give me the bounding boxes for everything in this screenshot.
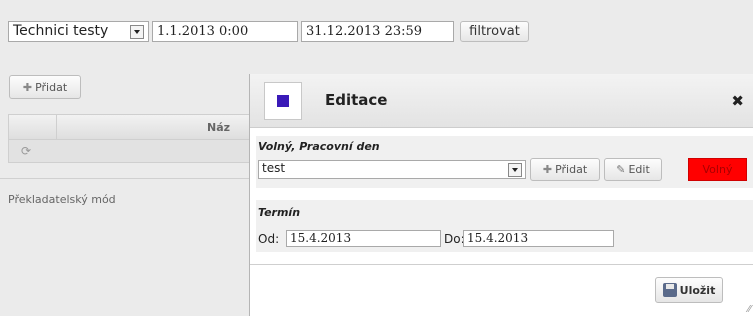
filter-bar: Technici testy 1.1.2013 0:00 31.12.2013 … xyxy=(0,0,753,46)
save-button[interactable]: Uložit xyxy=(655,277,723,303)
plus-icon: ✚ xyxy=(542,163,553,176)
table-row[interactable]: ⟳ xyxy=(8,140,258,163)
from-label: Od: xyxy=(258,232,280,246)
filter-button[interactable]: filtrovat xyxy=(460,21,529,42)
edit-button[interactable]: ✎ Edit xyxy=(604,158,662,181)
translator-mode-link[interactable]: Překladatelský mód xyxy=(8,193,116,206)
date-from-input[interactable]: 1.1.2013 0:00 xyxy=(152,21,298,42)
divider xyxy=(0,178,249,179)
grid-header-name[interactable]: Náz xyxy=(207,121,230,134)
filter-button-label: filtrovat xyxy=(469,24,520,39)
date-from-field[interactable]: 15.4.2013 xyxy=(286,230,441,247)
chevron-down-icon[interactable] xyxy=(130,25,144,39)
color-square-icon xyxy=(277,95,289,107)
date-to-field[interactable]: 15.4.2013 xyxy=(463,230,614,247)
dialog-add-label: Přidat xyxy=(555,163,588,176)
dialog-icon xyxy=(264,82,302,120)
plus-icon: ✚ xyxy=(22,80,33,94)
category-select-value: Technici testy xyxy=(13,23,109,39)
date-to-field-value: 15.4.2013 xyxy=(467,231,529,245)
close-icon[interactable]: ✖ xyxy=(731,92,744,110)
date-from-field-value: 15.4.2013 xyxy=(290,231,352,245)
to-label: Do: xyxy=(444,232,465,246)
add-button-label: Přidat xyxy=(35,80,68,94)
dialog-divider xyxy=(250,264,753,265)
save-button-label: Uložit xyxy=(679,283,716,297)
date-to-value: 31.12.2013 23:59 xyxy=(306,24,423,39)
type-section: Volný, Pracovní den test ✚ Přidat ✎ Edit… xyxy=(256,136,753,188)
refresh-icon[interactable]: ⟳ xyxy=(21,144,31,158)
term-section: Termín Od: 15.4.2013 Do: 15.4.2013 xyxy=(256,200,753,252)
date-from-value: 1.1.2013 0:00 xyxy=(157,24,249,39)
section-title-term: Termín xyxy=(258,206,301,219)
section-title-type: Volný, Pracovní den xyxy=(258,140,380,153)
add-button[interactable]: ✚ Přidat xyxy=(9,75,81,99)
grid-header: Náz xyxy=(8,114,258,140)
chevron-down-icon[interactable] xyxy=(508,163,522,177)
edit-dialog: Editace ✖ Volný, Pracovní den test ✚ Při… xyxy=(249,74,753,316)
type-select-value: test xyxy=(262,161,286,175)
resize-handle-icon[interactable]: ⁄⁄ xyxy=(748,304,751,315)
dialog-title: Editace xyxy=(325,91,388,109)
edit-button-label: Edit xyxy=(628,163,650,176)
floppy-icon xyxy=(662,283,677,297)
category-select[interactable]: Technici testy xyxy=(8,21,149,42)
dialog-add-button[interactable]: ✚ Přidat xyxy=(530,158,600,181)
dialog-header: Editace ✖ xyxy=(250,74,753,128)
grid-header-divider xyxy=(56,115,57,139)
type-select[interactable]: test xyxy=(258,160,526,179)
status-badge: Volný xyxy=(688,158,747,181)
status-badge-label: Volný xyxy=(702,163,733,176)
wrench-icon: ✎ xyxy=(616,163,626,176)
date-to-input[interactable]: 31.12.2013 23:59 xyxy=(301,21,454,42)
